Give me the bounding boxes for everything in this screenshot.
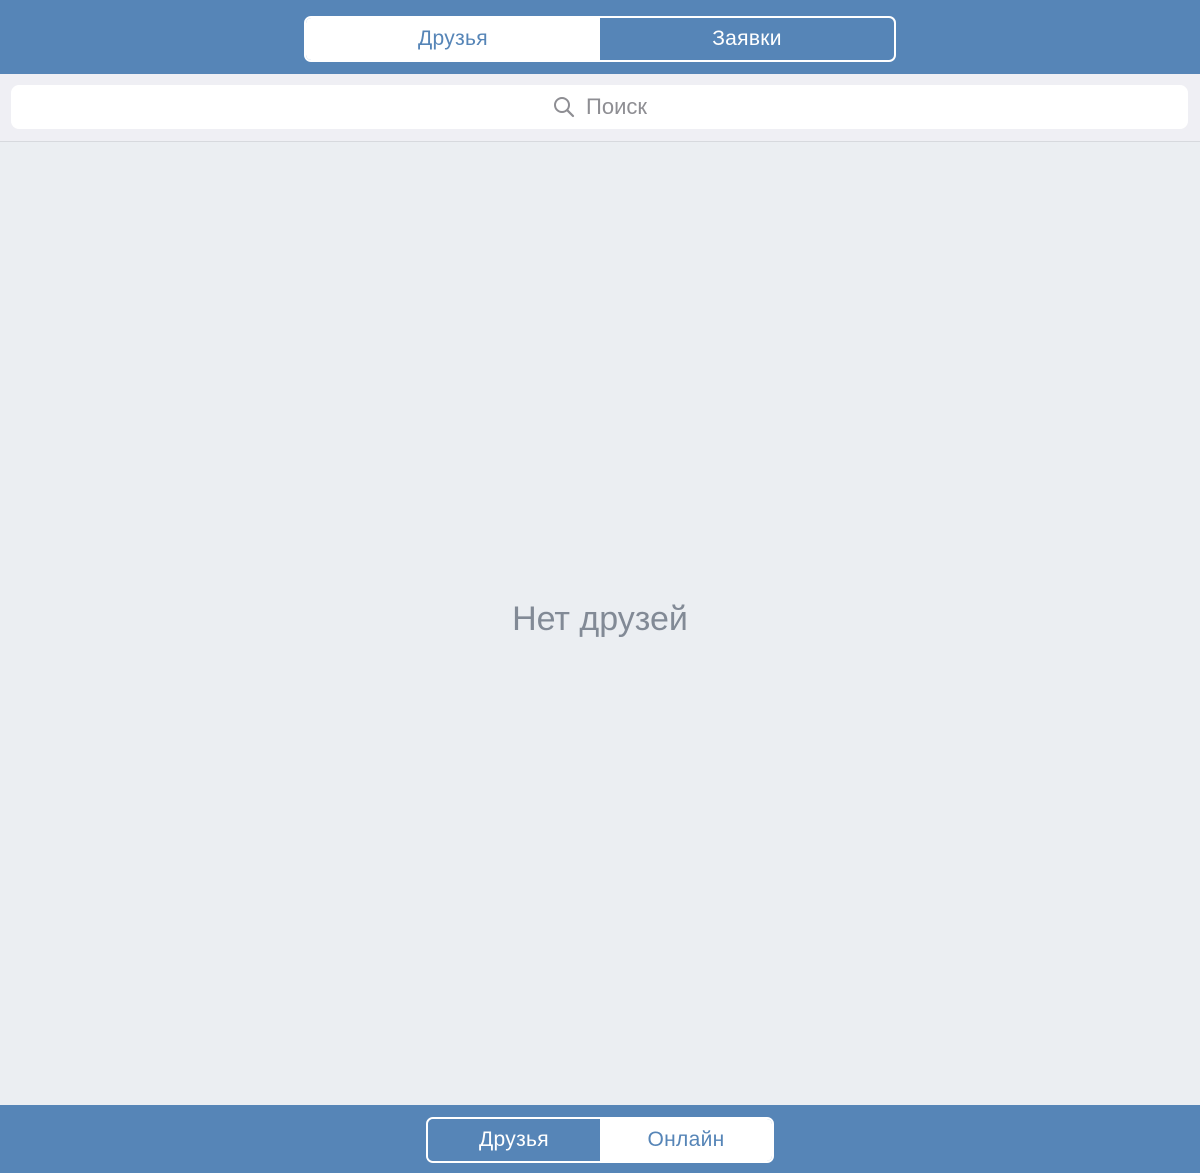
- bottom-toolbar: Друзья Онлайн: [0, 1105, 1200, 1173]
- filter-all-friends[interactable]: Друзья: [428, 1119, 600, 1161]
- search-area: Поиск: [0, 74, 1200, 142]
- search-placeholder: Поиск: [586, 94, 647, 119]
- top-navigation-bar: Друзья Заявки: [0, 0, 1200, 74]
- search-icon: [552, 95, 576, 119]
- filter-online[interactable]: Онлайн: [600, 1119, 772, 1161]
- empty-state-message: Нет друзей: [512, 600, 688, 638]
- tab-requests[interactable]: Заявки: [600, 18, 894, 60]
- tab-friends[interactable]: Друзья: [306, 18, 600, 60]
- friends-requests-segmented-control: Друзья Заявки: [304, 16, 896, 62]
- friends-online-segmented-control: Друзья Онлайн: [426, 1117, 774, 1163]
- search-input[interactable]: Поиск: [11, 85, 1188, 129]
